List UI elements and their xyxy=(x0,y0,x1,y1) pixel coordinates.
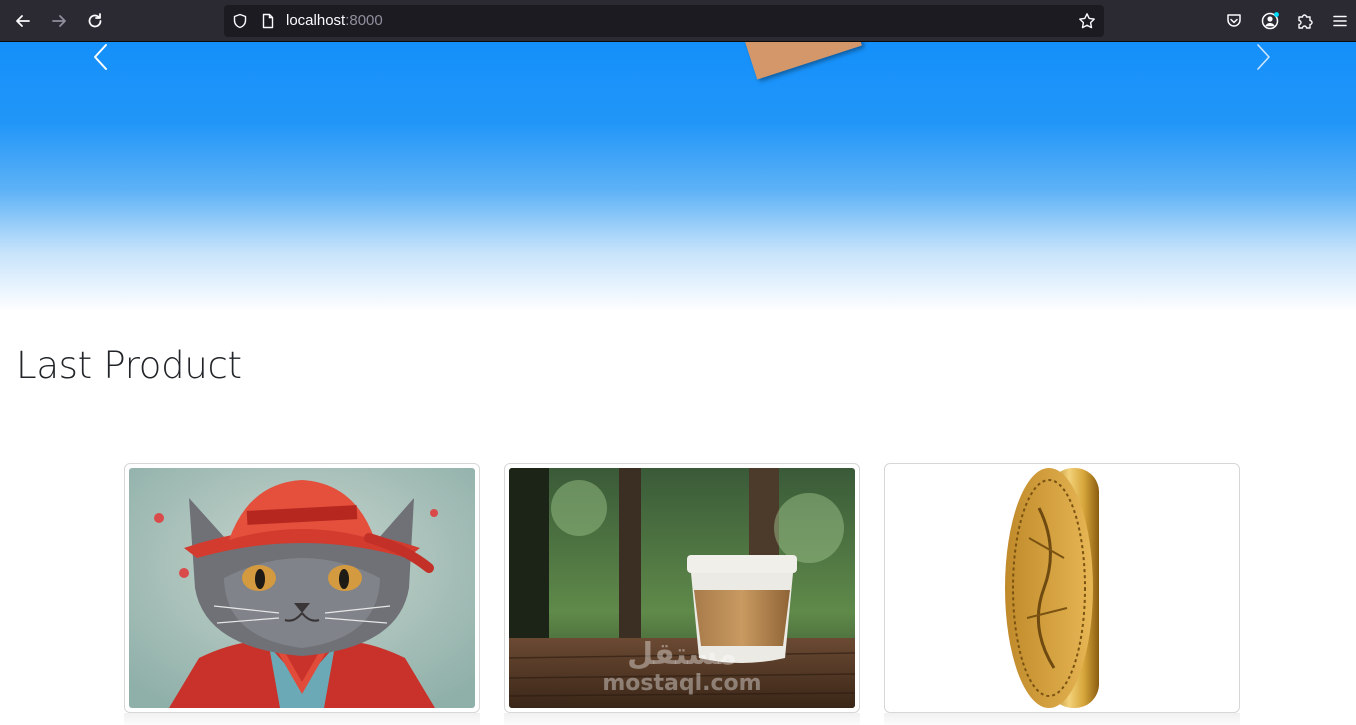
card-footer-shadow xyxy=(504,713,860,725)
product-image-coin[interactable] xyxy=(889,468,1235,708)
back-button[interactable] xyxy=(8,6,38,36)
url-text[interactable]: localhost:8000 xyxy=(286,12,383,29)
puzzle-piece-icon xyxy=(1298,14,1313,29)
cat-in-red-hat-image xyxy=(129,468,475,708)
product-image-coffee[interactable]: مستقل mostaql.com xyxy=(509,468,855,708)
carousel-slide-image xyxy=(738,42,862,80)
watermark-latin: mostaql.com xyxy=(602,671,762,696)
product-card[interactable] xyxy=(124,463,480,713)
product-card[interactable] xyxy=(884,463,1240,713)
address-bar[interactable]: localhost:8000 xyxy=(224,5,1104,37)
page-icon[interactable] xyxy=(260,13,276,29)
chevron-left-icon xyxy=(94,44,107,70)
card-footer-shadow xyxy=(884,713,1240,725)
arrow-right-icon xyxy=(52,15,66,27)
chevron-right-icon xyxy=(1257,44,1270,70)
pocket-button[interactable] xyxy=(1219,6,1249,36)
gold-coin-image xyxy=(889,468,1235,708)
reload-icon xyxy=(88,13,102,28)
star-icon[interactable] xyxy=(1078,12,1096,30)
account-button[interactable] xyxy=(1255,6,1285,36)
product-card[interactable]: مستقل mostaql.com xyxy=(504,463,860,713)
url-host: localhost xyxy=(286,12,346,29)
account-icon xyxy=(1261,12,1279,30)
reload-button[interactable] xyxy=(80,6,110,36)
watermark: مستقل mostaql.com xyxy=(597,638,767,696)
hamburger-menu-icon xyxy=(1333,15,1347,27)
watermark-arabic: مستقل xyxy=(627,637,737,672)
hero-carousel xyxy=(0,42,1356,312)
extensions-button[interactable] xyxy=(1290,6,1320,36)
section-title: Last Product xyxy=(16,344,242,387)
pocket-icon xyxy=(1227,14,1241,27)
product-image-cat[interactable] xyxy=(129,468,475,708)
shield-icon[interactable] xyxy=(232,13,248,29)
carousel-next-button[interactable] xyxy=(1248,42,1278,72)
browser-toolbar: localhost:8000 xyxy=(0,0,1356,42)
card-footer-shadow xyxy=(124,713,480,725)
forward-button[interactable] xyxy=(44,6,74,36)
carousel-prev-button[interactable] xyxy=(86,42,116,72)
menu-button[interactable] xyxy=(1325,6,1355,36)
url-port: :8000 xyxy=(345,12,383,29)
arrow-left-icon xyxy=(16,15,30,27)
